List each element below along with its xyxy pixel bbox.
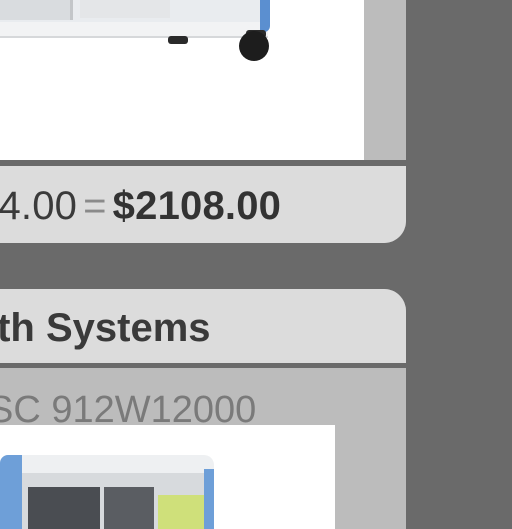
cart-top [0,455,214,473]
product-image-bottom[interactable] [0,425,335,529]
product-image-top[interactable] [0,0,364,160]
cart-side-panel [260,0,270,32]
cart-bin [104,487,154,529]
cart-bin [28,487,100,529]
cart-side-panel [204,469,214,529]
caster-wheel [239,31,269,61]
cart-tray [158,495,204,529]
product-title[interactable]: ith Systems [0,306,211,351]
equals-sign: = [83,184,107,228]
product-card-bottom: ith Systems SC 912W12000 [0,289,406,529]
cart-panel [0,0,73,20]
total-price: $2108.00 [112,184,282,228]
caster-stem [168,36,188,44]
cart-side-panel [0,455,22,529]
price-line: 54.00=$2108.00 [0,184,281,229]
product-card-top: 54.00=$2108.00 [0,0,406,243]
card-divider [0,363,406,368]
cart-panel [80,0,170,18]
cart-shelf [0,22,268,38]
unit-price: 54.00 [0,184,78,228]
